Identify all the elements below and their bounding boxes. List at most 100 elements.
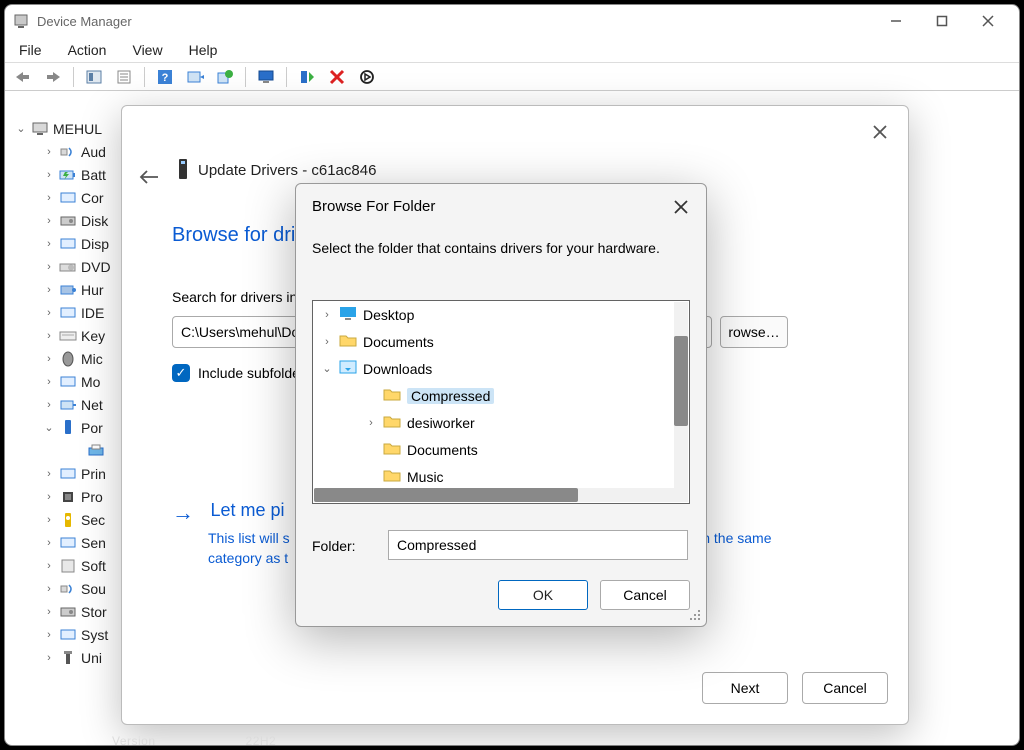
- tree-item-label: Aud: [81, 144, 106, 160]
- toolbar-disable-icon[interactable]: [355, 65, 379, 89]
- folder-tree-item[interactable]: Music: [313, 463, 689, 490]
- browse-button[interactable]: rowse…: [720, 316, 788, 348]
- tree-item-label: Disp: [81, 236, 109, 252]
- tree-item-label: Stor: [81, 604, 107, 620]
- include-subfolders-label: Include subfolde: [198, 365, 300, 381]
- ok-button[interactable]: OK: [498, 580, 588, 610]
- folder-icon: [339, 333, 357, 350]
- folder-tree[interactable]: ›Desktop›Documents⌄DownloadsCompressed›d…: [312, 300, 690, 504]
- chevron-icon[interactable]: ›: [43, 468, 55, 480]
- scrollbar-thumb[interactable]: [314, 488, 578, 502]
- folder-label: Folder:: [312, 538, 356, 554]
- chevron-icon[interactable]: ›: [43, 376, 55, 388]
- chevron-icon[interactable]: ›: [43, 238, 55, 250]
- wizard-cancel-button[interactable]: Cancel: [802, 672, 888, 704]
- chevron-icon[interactable]: ›: [43, 606, 55, 618]
- include-subfolders-row[interactable]: ✓ Include subfolde: [172, 364, 300, 382]
- toolbar-back-icon[interactable]: [11, 65, 35, 89]
- chevron-icon[interactable]: ⌄: [321, 362, 333, 375]
- chevron-icon[interactable]: ›: [43, 215, 55, 227]
- device-category-icon: [59, 328, 77, 344]
- device-category-icon: [59, 213, 77, 229]
- device-category-icon: [59, 489, 77, 505]
- chevron-icon[interactable]: ›: [43, 629, 55, 641]
- minimize-button[interactable]: [873, 5, 919, 37]
- svg-text:?: ?: [162, 72, 169, 84]
- chevron-icon[interactable]: ›: [43, 652, 55, 664]
- folder-input[interactable]: [388, 530, 688, 560]
- close-icon[interactable]: [666, 192, 696, 222]
- chevron-icon[interactable]: ›: [43, 537, 55, 549]
- toolbar-uninstall-icon[interactable]: [325, 65, 349, 89]
- cancel-button[interactable]: Cancel: [600, 580, 690, 610]
- toolbar-enable-icon[interactable]: [295, 65, 319, 89]
- chevron-icon[interactable]: ›: [43, 192, 55, 204]
- toolbar-forward-icon[interactable]: [41, 65, 65, 89]
- folder-icon: [383, 441, 401, 458]
- tree-root-label: MEHUL: [53, 121, 102, 137]
- close-button[interactable]: [965, 5, 1011, 37]
- tree-item-label: Disk: [81, 213, 108, 229]
- chevron-icon[interactable]: ›: [43, 491, 55, 503]
- folder-tree-item[interactable]: Documents: [313, 436, 689, 463]
- toolbar-properties-icon[interactable]: [112, 65, 136, 89]
- toolbar: ?: [5, 63, 1019, 91]
- chevron-icon[interactable]: ›: [43, 284, 55, 296]
- toolbar-monitor-icon[interactable]: [254, 65, 278, 89]
- checkbox-checked-icon[interactable]: ✓: [172, 364, 190, 382]
- chevron-icon[interactable]: ›: [43, 353, 55, 365]
- back-arrow-icon[interactable]: [134, 162, 164, 192]
- tree-item-label: Cor: [81, 190, 104, 206]
- chevron-icon[interactable]: ›: [43, 307, 55, 319]
- tree-item-label: Hur: [81, 282, 104, 298]
- folder-icon: [339, 360, 357, 377]
- scrollbar-thumb[interactable]: [674, 336, 688, 426]
- folder-tree-item[interactable]: ⌄Downloads: [313, 355, 689, 382]
- menu-file[interactable]: File: [15, 40, 46, 60]
- chevron-icon[interactable]: ›: [43, 583, 55, 595]
- menu-view[interactable]: View: [128, 40, 166, 60]
- menu-action[interactable]: Action: [64, 40, 111, 60]
- device-category-icon: [59, 374, 77, 390]
- menu-help[interactable]: Help: [185, 40, 222, 60]
- chevron-icon[interactable]: ›: [43, 399, 55, 411]
- chevron-icon[interactable]: ›: [43, 560, 55, 572]
- toolbar-show-hidden-icon[interactable]: [82, 65, 106, 89]
- folder-tree-item[interactable]: ›Documents: [313, 328, 689, 355]
- chevron-down-icon[interactable]: ⌄: [15, 122, 27, 135]
- device-category-icon: [59, 558, 77, 574]
- chevron-icon[interactable]: ›: [43, 261, 55, 273]
- toolbar-update-icon[interactable]: [213, 65, 237, 89]
- chevron-icon[interactable]: ›: [43, 169, 55, 181]
- chevron-icon[interactable]: ›: [365, 417, 377, 429]
- device-category-icon: [59, 581, 77, 597]
- device-category-icon: [59, 144, 77, 160]
- menubar: File Action View Help: [5, 37, 1019, 63]
- chevron-icon[interactable]: ›: [321, 309, 333, 321]
- maximize-button[interactable]: [919, 5, 965, 37]
- device-category-icon: [59, 466, 77, 482]
- scrollbar-vertical[interactable]: [674, 302, 688, 502]
- folder-tree-item[interactable]: ›desiworker: [313, 409, 689, 436]
- chevron-icon[interactable]: ›: [43, 146, 55, 158]
- chevron-icon[interactable]: ⌄: [43, 421, 55, 434]
- scrollbar-horizontal[interactable]: [314, 488, 674, 502]
- folder-tree-item[interactable]: ›Desktop: [313, 301, 689, 328]
- toolbar-scan-icon[interactable]: [183, 65, 207, 89]
- device-category-icon: [59, 259, 77, 275]
- chevron-icon[interactable]: ›: [43, 514, 55, 526]
- resize-grip-icon[interactable]: [688, 608, 702, 622]
- browse-for-folder-dialog: Browse For Folder Select the folder that…: [295, 183, 707, 627]
- chevron-icon[interactable]: ›: [321, 336, 333, 348]
- next-button[interactable]: Next: [702, 672, 788, 704]
- app-icon: [13, 13, 29, 29]
- device-category-icon: [59, 604, 77, 620]
- toolbar-help-icon[interactable]: ?: [153, 65, 177, 89]
- folder-label: Documents: [407, 442, 478, 458]
- close-icon[interactable]: [864, 116, 896, 148]
- device-manager-window: Device Manager File Action View Help ? ⌄…: [4, 4, 1020, 746]
- chevron-icon[interactable]: ›: [43, 330, 55, 342]
- footer-version-label: Version: [112, 734, 156, 750]
- folder-tree-item[interactable]: Compressed: [313, 382, 689, 409]
- tree-item-label: Sec: [81, 512, 105, 528]
